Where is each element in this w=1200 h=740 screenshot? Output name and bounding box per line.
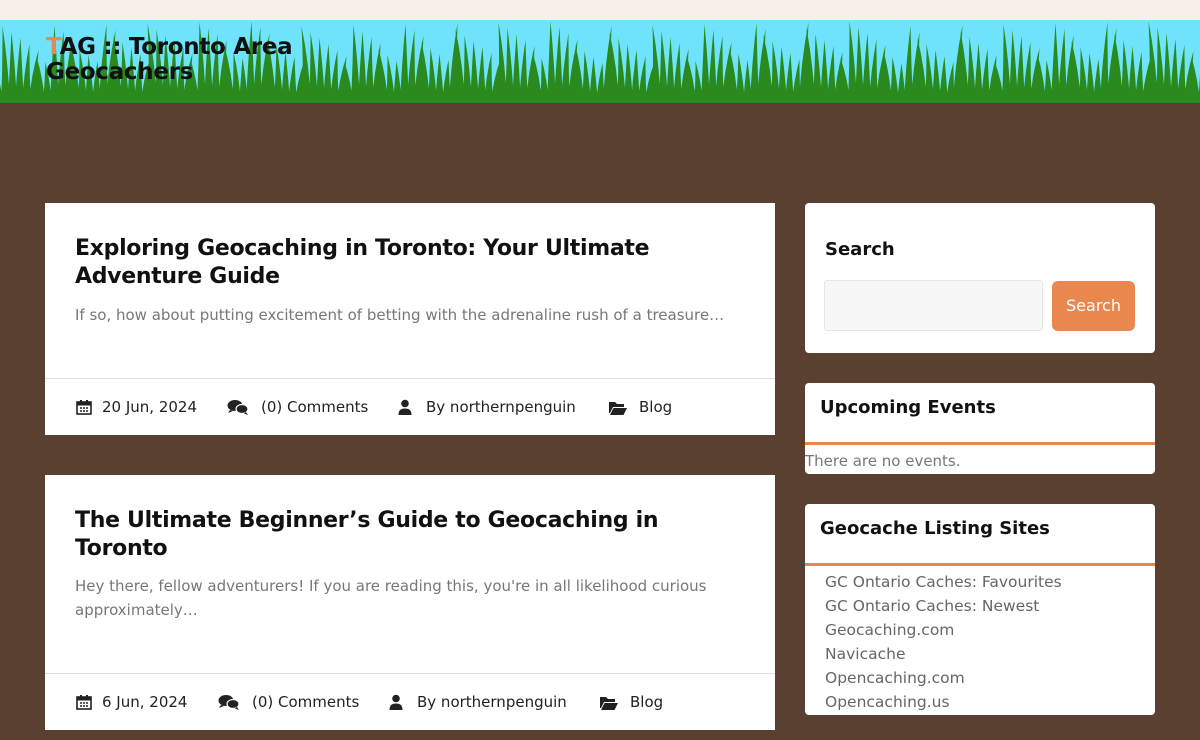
user-icon: [389, 694, 403, 710]
post-category[interactable]: Blog: [609, 379, 672, 435]
link-item[interactable]: Navicache: [825, 645, 905, 663]
links-widget-title: Geocache Listing Sites: [820, 518, 1050, 539]
events-widget-title: Upcoming Events: [820, 397, 996, 418]
calendar-icon: [76, 695, 92, 710]
post-date: 20 Jun, 2024: [76, 379, 197, 435]
header-banner: TAG :: Toronto Area Geocachers: [0, 20, 1200, 103]
search-widget: Search Search: [805, 203, 1155, 353]
site-title[interactable]: TAG :: Toronto Area Geocachers: [46, 35, 306, 85]
post-card: The Ultimate Beginner’s Guide to Geocach…: [45, 475, 775, 730]
folder-open-icon: [609, 401, 627, 415]
post-meta: 20 Jun, 2024 (0) Comments By northernpen…: [45, 378, 775, 434]
post-excerpt: If so, how about putting excitement of b…: [75, 306, 725, 324]
comments-icon: [227, 400, 249, 415]
link-item[interactable]: Geocaching.com: [825, 621, 954, 639]
link-item[interactable]: GC Ontario Caches: Newest: [825, 597, 1039, 615]
folder-open-icon: [600, 696, 618, 710]
post-date: 6 Jun, 2024: [76, 674, 187, 730]
search-button[interactable]: Search: [1052, 281, 1135, 331]
search-input[interactable]: [824, 280, 1043, 331]
events-empty-text: There are no events.: [805, 452, 961, 470]
comments-icon: [218, 695, 240, 710]
post-title[interactable]: Exploring Geocaching in Toronto: Your Ul…: [75, 235, 715, 291]
link-item[interactable]: Opencaching.com: [825, 669, 965, 687]
top-strip: [0, 0, 1200, 20]
user-icon: [398, 399, 412, 415]
post-comments[interactable]: (0) Comments: [218, 674, 359, 730]
events-widget: Upcoming Events There are no events.: [805, 383, 1155, 474]
post-category[interactable]: Blog: [600, 674, 663, 730]
post-excerpt: Hey there, fellow adventurers! If you ar…: [75, 577, 707, 619]
link-item[interactable]: GC Ontario Caches: Favourites: [825, 573, 1062, 591]
post-title[interactable]: The Ultimate Beginner’s Guide to Geocach…: [75, 507, 715, 563]
post-author[interactable]: By northernpenguin: [389, 674, 567, 730]
divider: [805, 442, 1155, 445]
calendar-icon: [76, 400, 92, 415]
post-meta: 6 Jun, 2024 (0) Comments By northernpeng…: [45, 673, 775, 729]
divider: [805, 563, 1155, 566]
post-author[interactable]: By northernpenguin: [398, 379, 576, 435]
links-widget: Geocache Listing Sites GC Ontario Caches…: [805, 504, 1155, 715]
search-widget-title: Search: [825, 239, 895, 260]
post-comments[interactable]: (0) Comments: [227, 379, 368, 435]
link-item[interactable]: Opencaching.us: [825, 693, 950, 711]
post-card: Exploring Geocaching in Toronto: Your Ul…: [45, 203, 775, 435]
